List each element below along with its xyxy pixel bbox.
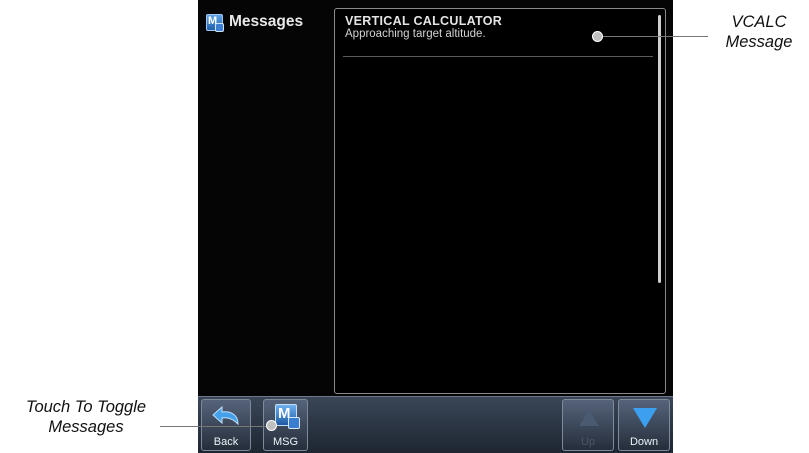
callout-dot-vcalc <box>592 31 603 42</box>
messages-header: Messages <box>206 10 303 34</box>
up-button[interactable]: Up <box>562 399 614 451</box>
callout-vcalc-line2: Message <box>725 33 793 51</box>
down-label: Down <box>629 436 659 448</box>
callout-line-toggle <box>160 426 274 427</box>
message-title: VERTICAL CALCULATOR <box>345 14 503 28</box>
message-icon <box>275 404 300 429</box>
msg-label: MSG <box>272 436 299 448</box>
back-label: Back <box>213 436 239 448</box>
back-arrow-icon <box>212 406 239 426</box>
callout-line-vcalc <box>598 36 708 37</box>
up-label: Up <box>580 436 596 448</box>
back-button[interactable]: Back <box>201 399 251 451</box>
message-list[interactable]: VERTICAL CALCULATOR Approaching target a… <box>334 8 666 394</box>
messages-icon <box>206 13 224 32</box>
callout-vcalc: VCALC Message <box>712 12 806 52</box>
list-item[interactable]: VERTICAL CALCULATOR Approaching target a… <box>343 12 653 57</box>
up-arrow-icon <box>579 410 599 426</box>
callout-toggle-line1: Touch To Toggle <box>25 398 147 416</box>
message-body: Approaching target altitude. <box>345 28 486 40</box>
down-arrow-icon <box>633 408 657 428</box>
down-button[interactable]: Down <box>618 399 670 451</box>
page-title: Messages <box>229 13 304 30</box>
callout-vcalc-line1: VCALC <box>731 13 787 31</box>
device-screen: Messages VERTICAL CALCULATOR Approaching… <box>198 0 673 453</box>
callout-toggle-line2: Messages <box>48 418 124 436</box>
scrollbar[interactable] <box>658 15 661 283</box>
callout-dot-toggle <box>266 420 277 431</box>
callout-toggle: Touch To Toggle Messages <box>0 397 172 437</box>
